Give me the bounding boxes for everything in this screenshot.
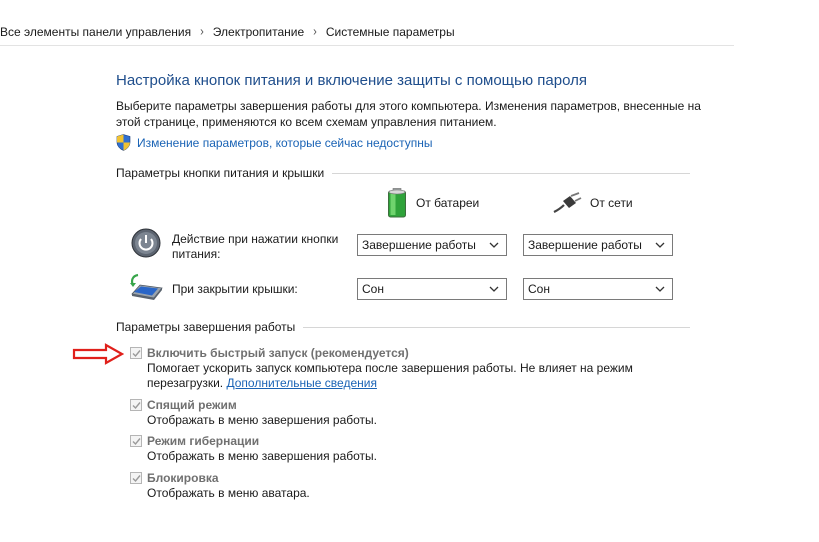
battery-column-label: От батареи [416,196,480,210]
change-settings-row: Изменение параметров, которые сейчас нед… [116,134,433,151]
power-button-action-label: Действие при нажатии кнопки питания: [172,232,339,261]
red-arrow-icon [72,343,124,365]
lock-description: Отображать в меню аватара. [147,486,310,500]
lid-close-ac-select[interactable]: Сон [523,278,673,300]
shield-icon [116,134,131,151]
power-buttons-section-title: Параметры кнопки питания и крышки [116,166,325,180]
laptop-lid-icon [130,273,163,300]
checkmark-icon [132,350,141,358]
shutdown-section-header: Параметры завершения работы [116,320,690,334]
fast-startup-desc-text: Помогает ускорить запуск компьютера посл… [147,361,633,390]
hibernate-option: Режим гибернации Отображать в меню завер… [130,433,667,464]
lid-close-battery-select[interactable]: Сон [357,278,507,300]
ac-column-label: От сети [590,196,633,210]
section-divider [332,172,690,174]
sleep-description: Отображать в меню завершения работы. [147,413,378,427]
more-info-link[interactable]: Дополнительные сведения [226,376,376,390]
sleep-option: Спящий режим Отображать в меню завершени… [130,397,667,428]
power-button-icon [131,228,161,258]
hibernate-description: Отображать в меню завершения работы. [147,449,378,463]
sleep-title: Спящий режим [147,398,237,412]
shutdown-section-title: Параметры завершения работы [116,320,296,334]
chevron-down-icon [489,286,499,292]
select-value: Сон [362,282,384,296]
lock-checkbox[interactable] [130,472,142,484]
change-unavailable-settings-link[interactable]: Изменение параметров, которые сейчас нед… [137,136,433,150]
hibernate-title: Режим гибернации [147,434,260,448]
select-value: Сон [528,282,550,296]
battery-column-header: От батареи [386,188,479,218]
fast-startup-title: Включить быстрый запуск (рекомендуется) [147,346,409,360]
page-title: Настройка кнопок питания и включение защ… [116,72,587,89]
fast-startup-description: Помогает ускорить запуск компьютера посл… [147,361,667,391]
select-value: Завершение работы [528,238,642,252]
lock-title: Блокировка [147,471,219,485]
breadcrumb-item-system-settings[interactable]: Системные параметры [326,25,455,39]
breadcrumb-item-power-options[interactable]: Электропитание [213,25,304,39]
breadcrumb-separator: › [313,24,317,39]
breadcrumb-item-all-items[interactable]: Все элементы панели управления [0,25,191,39]
sleep-checkbox[interactable] [130,399,142,411]
chevron-down-icon [655,242,665,248]
lid-close-action-label: При закрытии крышки: [172,282,298,296]
select-value: Завершение работы [362,238,476,252]
lock-option: Блокировка Отображать в меню аватара. [130,470,667,501]
page-description: Выберите параметры завершения работы для… [116,99,701,129]
breadcrumb-separator: › [200,24,204,39]
breadcrumb: Все элементы панели управления › Электро… [0,18,734,46]
power-button-battery-select[interactable]: Завершение работы [357,234,507,256]
power-buttons-section-header: Параметры кнопки питания и крышки [116,166,690,180]
power-plug-icon [553,192,582,213]
checkmark-icon [132,438,141,446]
ac-column-header: От сети [552,192,633,214]
power-button-ac-select[interactable]: Завершение работы [523,234,673,256]
checkmark-icon [132,475,141,483]
battery-icon [388,188,406,218]
hibernate-checkbox[interactable] [130,435,142,447]
chevron-down-icon [489,242,499,248]
fast-startup-option: Включить быстрый запуск (рекомендуется) … [130,345,667,391]
fast-startup-checkbox[interactable] [130,347,142,359]
chevron-down-icon [655,286,665,292]
checkmark-icon [132,402,141,410]
section-divider [303,326,690,328]
